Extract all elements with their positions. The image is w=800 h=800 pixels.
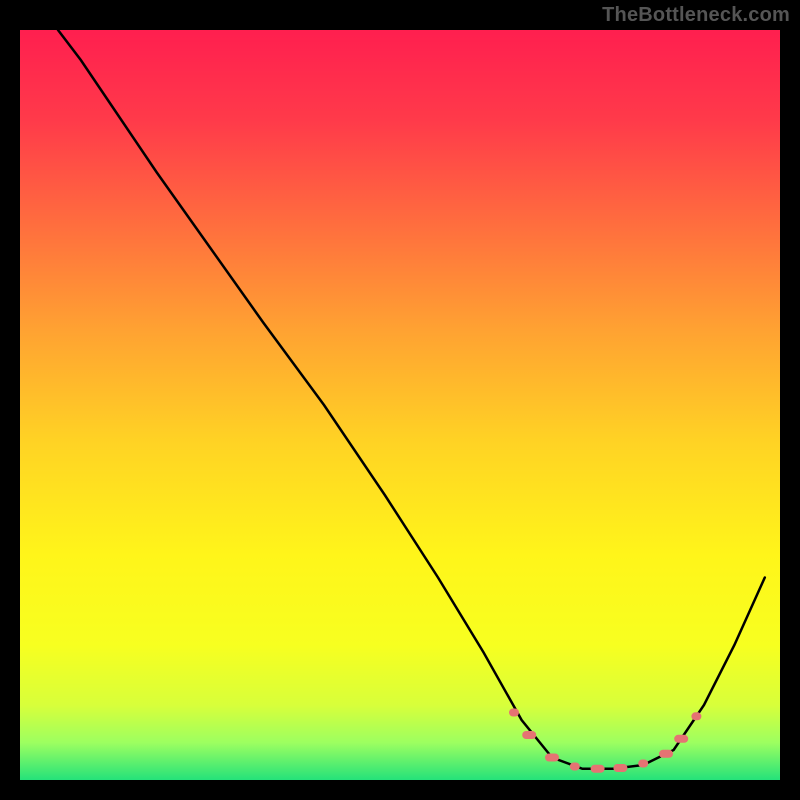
plot-area (20, 30, 780, 780)
optimum-dot (545, 754, 559, 762)
optimum-dot (638, 760, 648, 768)
chart-frame: TheBottleneck.com (0, 0, 800, 800)
optimum-dot (522, 731, 536, 739)
optimum-dot (509, 709, 519, 717)
optimum-dot (691, 712, 701, 720)
optimum-dot (674, 735, 688, 743)
optimum-dot (570, 763, 580, 771)
optimum-dot (613, 764, 627, 772)
optimum-dot (591, 765, 605, 773)
gradient-background (20, 30, 780, 780)
optimum-dot (659, 750, 673, 758)
watermark-text: TheBottleneck.com (602, 4, 790, 27)
bottleneck-chart (20, 30, 780, 780)
